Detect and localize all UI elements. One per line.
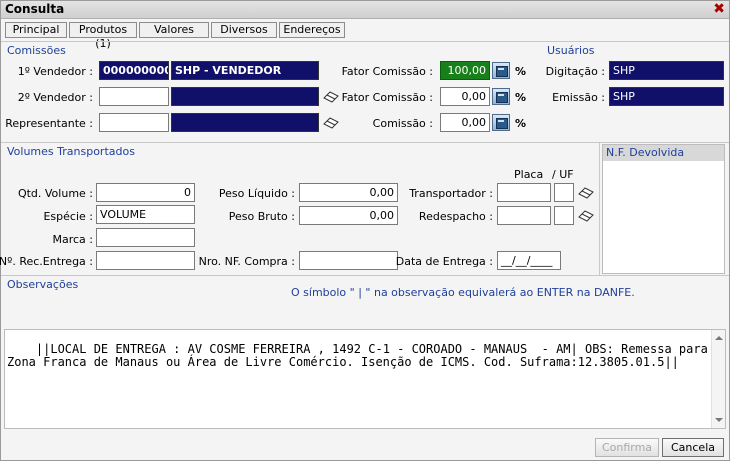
peso-bruto-field[interactable]: 0,00 bbox=[299, 206, 398, 225]
marca-label: Marca : bbox=[52, 233, 93, 246]
digitacao-field[interactable]: SHP bbox=[609, 61, 724, 80]
cancel-button[interactable]: Cancela bbox=[662, 438, 724, 457]
qtd-volume-label: Qtd. Volume : bbox=[17, 187, 93, 200]
vendedor1-label: 1º Vendedor : bbox=[17, 65, 93, 78]
calculator-icon[interactable] bbox=[492, 88, 510, 105]
observacoes-text: ||LOCAL DE ENTREGA : AV COSME FERREIRA ,… bbox=[7, 342, 708, 369]
uf-header: / UF bbox=[552, 168, 574, 181]
divider bbox=[1, 41, 729, 42]
calculator-icon[interactable] bbox=[492, 62, 510, 79]
percent-symbol: % bbox=[515, 91, 527, 104]
confirm-button[interactable]: Confirma bbox=[595, 438, 659, 457]
vendedor2-label: 2º Vendedor : bbox=[17, 91, 93, 104]
peso-liquido-field[interactable]: 0,00 bbox=[299, 183, 398, 202]
peso-liquido-label: Peso Líquido : bbox=[218, 187, 295, 200]
observacoes-note: O símbolo " | " na observação equivalerá… bbox=[291, 286, 635, 299]
calculator-icon[interactable] bbox=[492, 114, 510, 131]
nf-devolvida-title: N.F. Devolvida bbox=[603, 145, 724, 161]
emissao-field[interactable]: SHP bbox=[609, 87, 724, 106]
representante-name-field[interactable] bbox=[171, 113, 319, 132]
qtd-volume-field[interactable]: 0 bbox=[96, 183, 195, 202]
observacoes-textarea[interactable]: ||LOCAL DE ENTREGA : AV COSME FERREIRA ,… bbox=[4, 329, 726, 429]
comissoes-title: Comissões bbox=[7, 44, 66, 57]
placa-header: Placa bbox=[514, 168, 544, 181]
nro-nf-compra-label: Nro. NF. Compra : bbox=[198, 255, 295, 268]
fator-comissao-1-label: Fator Comissão : bbox=[341, 65, 433, 78]
digitacao-label: Digitação : bbox=[545, 65, 605, 78]
tab-principal[interactable]: Principal bbox=[5, 22, 67, 38]
nro-nf-compra-field[interactable] bbox=[299, 251, 398, 270]
percent-symbol: % bbox=[515, 117, 527, 130]
divider bbox=[1, 275, 729, 276]
especie-field[interactable]: VOLUME bbox=[96, 205, 195, 224]
especie-label: Espécie : bbox=[43, 210, 93, 223]
comissao-field[interactable]: 0,00 bbox=[440, 113, 490, 132]
representante-code-field[interactable] bbox=[99, 113, 169, 132]
fator-comissao-2-field[interactable]: 0,00 bbox=[440, 87, 490, 106]
eraser-icon[interactable] bbox=[323, 117, 339, 129]
marca-field[interactable] bbox=[96, 228, 195, 247]
tab-diversos[interactable]: Diversos bbox=[211, 22, 277, 38]
observacoes-scrollbar[interactable] bbox=[711, 330, 725, 428]
nro-rec-entrega-field[interactable] bbox=[96, 251, 195, 270]
data-entrega-label: Data de Entrega : bbox=[395, 255, 493, 268]
representante-label: Representante : bbox=[5, 117, 93, 130]
redespacho-label: Redespacho : bbox=[418, 210, 493, 223]
consulta-window: Consulta ✖ Principal Produtos (1) Valore… bbox=[0, 0, 730, 461]
title-bar: Consulta ✖ bbox=[1, 1, 729, 19]
vendedor1-name-field[interactable]: SHP - VENDEDOR bbox=[171, 61, 319, 80]
window-title: Consulta bbox=[5, 2, 65, 16]
nro-rec-entrega-label: Nº. Rec.Entrega : bbox=[0, 255, 93, 268]
eraser-icon[interactable] bbox=[578, 210, 594, 222]
tab-produtos[interactable]: Produtos (1) bbox=[69, 22, 137, 50]
eraser-icon[interactable] bbox=[323, 91, 339, 103]
fator-comissao-2-label: Fator Comissão : bbox=[341, 91, 433, 104]
percent-symbol: % bbox=[515, 65, 527, 78]
divider bbox=[1, 142, 729, 143]
tab-enderecos[interactable]: Endereços bbox=[279, 22, 345, 38]
divider bbox=[599, 143, 600, 275]
transportador-placa-field[interactable] bbox=[497, 183, 551, 202]
redespacho-placa-field[interactable] bbox=[497, 206, 551, 225]
eraser-icon[interactable] bbox=[578, 187, 594, 199]
usuarios-title: Usuários bbox=[547, 44, 595, 57]
data-entrega-field[interactable]: __/__/____ bbox=[497, 251, 561, 270]
transportador-label: Transportador : bbox=[409, 187, 493, 200]
vendedor2-name-field[interactable] bbox=[171, 87, 319, 106]
observacoes-title: Observações bbox=[7, 278, 79, 291]
tab-valores[interactable]: Valores bbox=[139, 22, 209, 38]
vendedor2-code-field[interactable] bbox=[99, 87, 169, 106]
comissao-label: Comissão : bbox=[372, 117, 433, 130]
fator-comissao-1-field[interactable]: 100,00 bbox=[440, 61, 490, 80]
emissao-label: Emissão : bbox=[552, 91, 605, 104]
close-icon[interactable]: ✖ bbox=[713, 2, 725, 16]
volumes-title: Volumes Transportados bbox=[7, 145, 135, 158]
peso-bruto-label: Peso Bruto : bbox=[228, 210, 295, 223]
vendedor1-code-field[interactable]: 000000000! bbox=[99, 61, 169, 80]
redespacho-uf-field[interactable] bbox=[554, 206, 574, 225]
transportador-uf-field[interactable] bbox=[554, 183, 574, 202]
nf-devolvida-panel[interactable]: N.F. Devolvida bbox=[602, 144, 725, 274]
scroll-down-arrow-icon[interactable] bbox=[715, 418, 723, 422]
scroll-up-arrow-icon[interactable] bbox=[715, 336, 723, 340]
